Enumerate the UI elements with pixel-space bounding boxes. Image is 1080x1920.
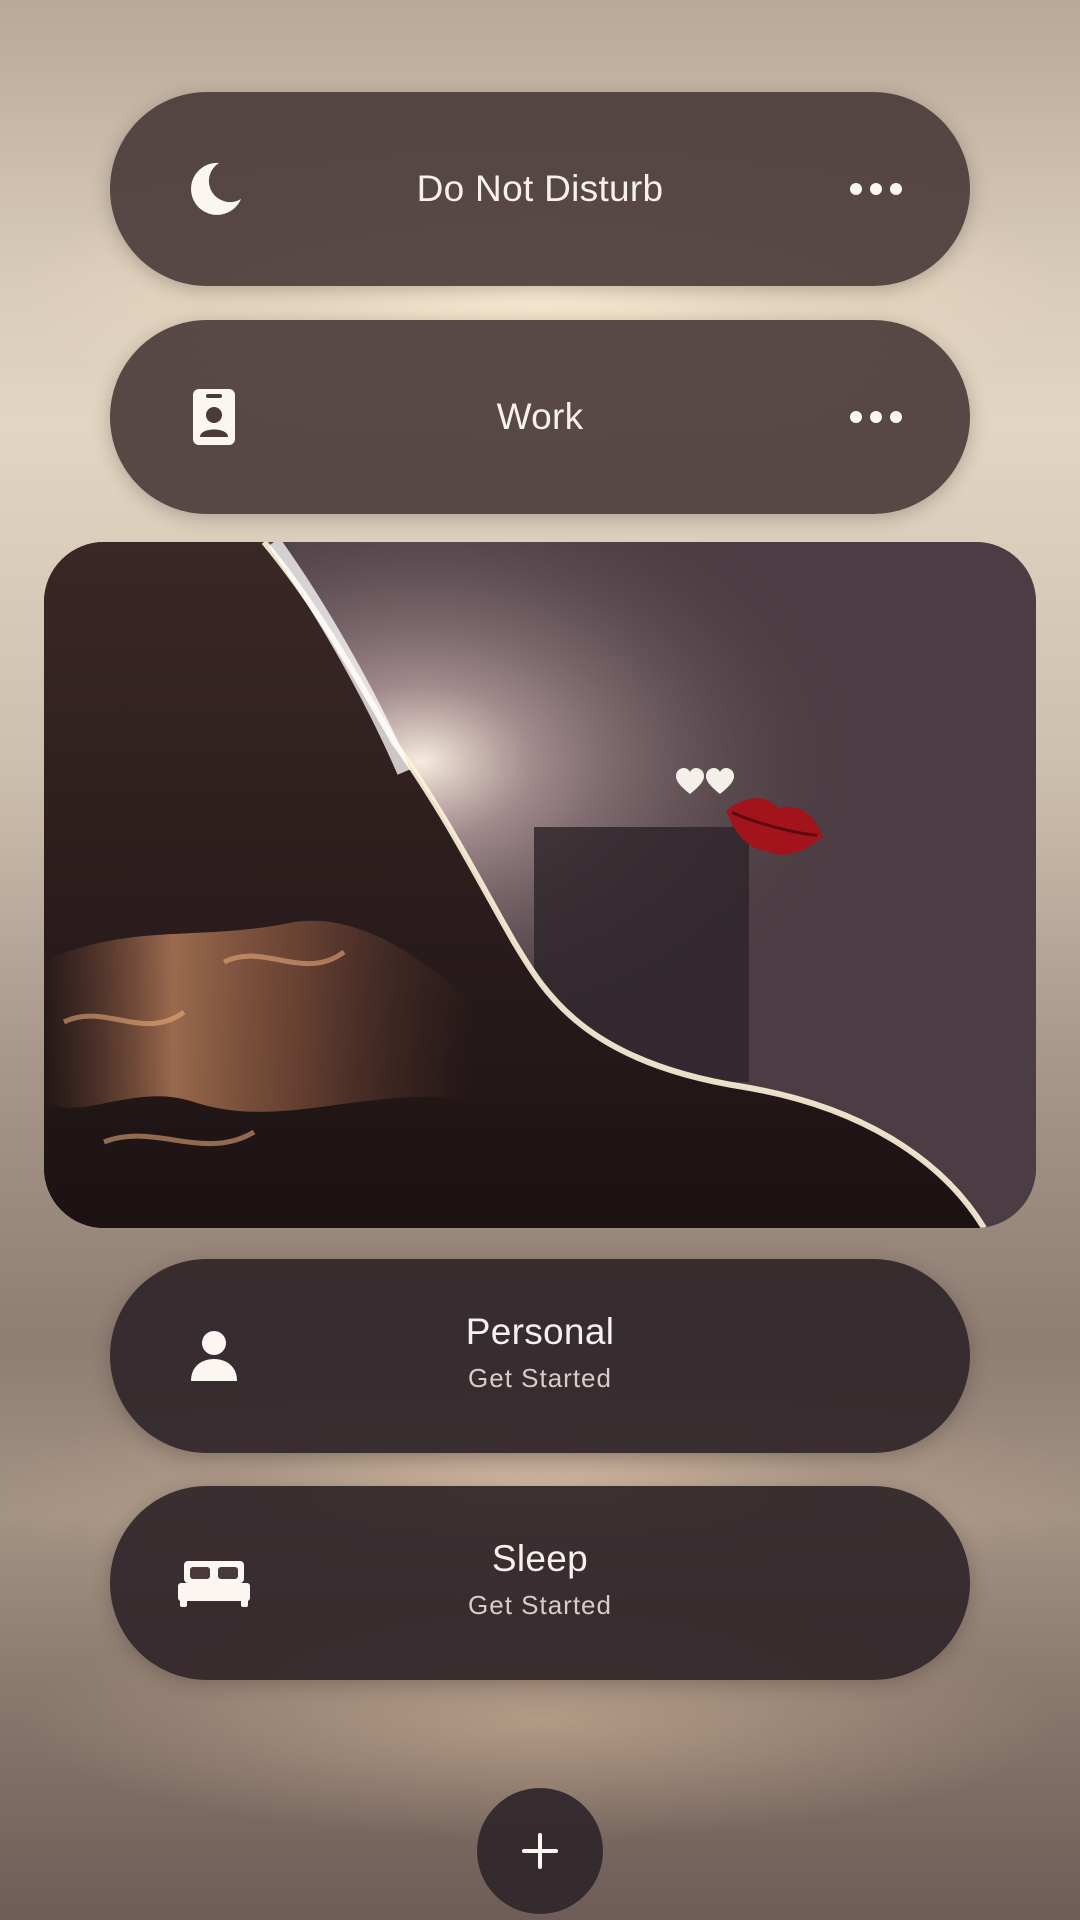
photo-image (44, 542, 1036, 1228)
add-focus-button[interactable] (477, 1788, 603, 1914)
focus-title: Work (496, 396, 584, 437)
ellipsis-icon (850, 183, 902, 195)
plus-icon (522, 1833, 558, 1869)
more-options-button[interactable] (844, 397, 908, 437)
focus-title: Do Not Disturb (416, 168, 664, 209)
ellipsis-icon (850, 411, 902, 423)
focus-subtitle: Get Started (468, 1590, 612, 1620)
focus-title: Personal (465, 1311, 615, 1352)
focus-sleep[interactable]: Sleep Get Started (110, 1486, 970, 1680)
focus-personal[interactable]: Personal Get Started (110, 1259, 970, 1453)
focus-screen: Do Not Disturb Work Personal Get Started… (0, 0, 1080, 1920)
focus-do-not-disturb[interactable]: Do Not Disturb (110, 92, 970, 286)
focus-work[interactable]: Work (110, 320, 970, 514)
focus-title: Sleep (491, 1538, 589, 1579)
focus-subtitle: Get Started (468, 1363, 612, 1393)
photo-widget[interactable] (44, 542, 1036, 1228)
more-options-button[interactable] (844, 169, 908, 209)
